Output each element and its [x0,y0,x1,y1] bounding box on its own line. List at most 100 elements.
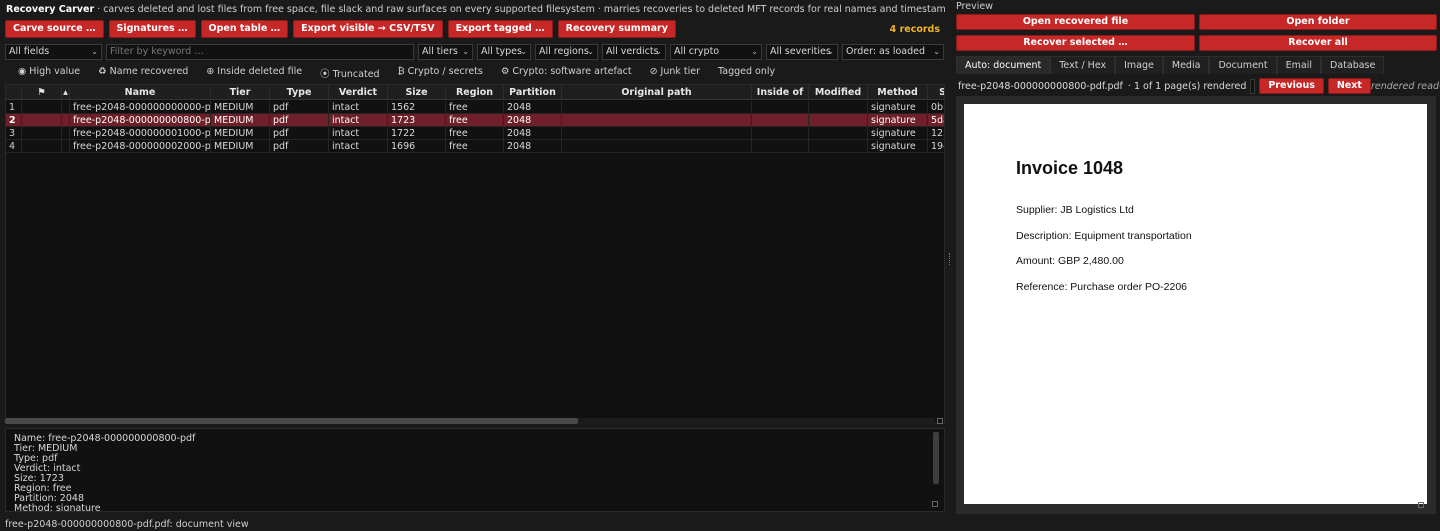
chip-crypto-secrets[interactable]: ₿ Crypto / secrets [398,66,483,78]
previous-button[interactable]: Previous [1259,78,1324,94]
table-row[interactable]: 4 free-p2048-000000002000-pdf MEDIUM pdf… [6,140,944,153]
app-description: · carves deleted and lost files from fre… [97,4,946,15]
signatures-button[interactable]: Signatures … [108,20,196,38]
table-row[interactable]: 3 free-p2048-000000001000-pdf MEDIUM pdf… [6,127,944,140]
verdicts-select[interactable]: All verdicts ⌄ [602,44,666,60]
open-folder-button[interactable]: Open folder [1199,14,1437,30]
records-count: 4 records [889,24,940,35]
status-bar: free-p2048-000000000800-pdf.pdf: documen… [5,519,249,530]
detail-tier: Tier: MEDIUM [14,443,78,454]
detail-verdict: Verdict: intact [14,463,81,474]
export-tagged-button[interactable]: Export tagged … [447,20,553,38]
app-header: Recovery Carver · carves deleted and los… [6,4,946,18]
col-verdict[interactable]: Verdict [329,85,388,99]
document-line: Amount: GBP 2,480.00 [1016,255,1124,267]
tab-document[interactable]: Document [1209,56,1277,74]
tab-email[interactable]: Email [1276,56,1322,74]
document-viewer: Invoice 1048 Supplier: JB Logistics Ltd … [956,96,1436,514]
detail-type: Type: pdf [14,453,58,464]
col-tier[interactable]: Tier [211,85,270,99]
document-heading: Invoice 1048 [1016,158,1124,178]
chevron-down-icon: ⌄ [587,47,594,56]
field-select[interactable]: All fields ⌄ [5,44,102,60]
results-table: ⚑ ▴ Name Tier Type Verdict Size Region P… [5,84,945,424]
chip-crypto-software[interactable]: ⚙ Crypto: software artefact [501,66,632,78]
tab-text-hex[interactable]: Text / Hex [1050,56,1116,74]
preview-title: Preview [956,1,993,12]
detail-partition: Partition: 2048 [14,493,84,504]
chevron-down-icon: ⌄ [520,47,527,56]
resize-corner-icon [937,418,943,424]
col-type[interactable]: Type [270,85,329,99]
detail-region: Region: free [14,483,72,494]
detail-size: Size: 1723 [14,473,64,484]
tab-database[interactable]: Database [1321,56,1385,74]
tiers-select[interactable]: All tiers ⌄ [418,44,473,60]
toolbar: Carve source … Signatures … Open table …… [5,20,676,38]
chip-name-recovered[interactable]: ♻ Name recovered [98,66,188,78]
col-partition[interactable]: Partition [504,85,562,99]
tab-image[interactable]: Image [1115,56,1163,74]
chip-high-value[interactable]: ◉ High value [18,66,80,78]
panel-splitter-handle[interactable] [949,253,951,265]
document-page: Invoice 1048 Supplier: JB Logistics Ltd … [964,104,1427,504]
table-header: ⚑ ▴ Name Tier Type Verdict Size Region P… [6,85,944,100]
severities-select[interactable]: All severities ⌄ [766,44,838,60]
chip-tagged-only[interactable]: Tagged only [718,66,775,78]
open-recovered-file-button[interactable]: Open recovered file [956,14,1195,30]
recover-all-button[interactable]: Recover all [1199,35,1437,51]
viewer-toolbar: free-p2048-000000000800-pdf.pdf · 1 of 1… [958,78,1440,94]
chip-inside-deleted-file[interactable]: ⊕ Inside deleted file [206,66,302,78]
table-row[interactable]: 1 free-p2048-000000000000-pdf MEDIUM pdf… [6,101,944,114]
chevron-down-icon: ⌄ [933,47,940,56]
table-horizontal-scrollbar[interactable] [5,418,935,424]
tab-media[interactable]: Media [1162,56,1210,74]
table-body: 1 free-p2048-000000000000-pdf MEDIUM pdf… [6,101,944,153]
carve-source-button[interactable]: Carve source … [5,20,104,38]
recover-selected-button[interactable]: Recover selected … [956,35,1195,51]
types-select[interactable]: All types ⌄ [477,44,531,60]
app-title: Recovery Carver [6,4,95,15]
chevron-down-icon: ⌄ [655,47,662,56]
open-table-button[interactable]: Open table … [200,20,289,38]
recovery-summary-button[interactable]: Recovery summary [557,20,676,38]
chip-junk-tier[interactable]: ⊘ Junk tier [650,66,700,78]
col-modified[interactable]: Modified [809,85,868,99]
detail-name: Name: free-p2048-000000000800-pdf [14,433,196,444]
regions-select[interactable]: All regions ⌄ [535,44,598,60]
keyword-filter-input[interactable]: Filter by keyword … [106,44,414,60]
chip-truncated[interactable]: ⦿ Truncated [320,66,380,80]
details-vertical-scrollbar[interactable] [933,432,939,484]
col-rownum[interactable] [6,85,22,99]
tab-auto-document[interactable]: Auto: document [956,56,1051,74]
col-method[interactable]: Method [868,85,928,99]
col-name[interactable]: Name [70,85,211,99]
detail-method: Method: signature [14,503,101,512]
col-s[interactable]: S [928,85,944,99]
resize-corner-icon [932,501,938,507]
scrollbar-thumb[interactable] [5,418,578,424]
order-select[interactable]: Order: as loaded ⌄ [842,44,944,60]
document-line: Reference: Purchase order PO-2206 [1016,281,1188,293]
viewer-page-count: · 1 of 1 page(s) rendered [1127,80,1247,92]
viewer-filename: free-p2048-000000000800-pdf.pdf [958,80,1123,92]
sort-asc-icon[interactable]: ▴ [62,85,70,99]
col-region[interactable]: Region [446,85,504,99]
next-button[interactable]: Next [1327,78,1371,94]
viewer-mode: rendered read-only [1370,80,1440,92]
crypto-select[interactable]: All crypto ⌄ [670,44,762,60]
col-inside-of[interactable]: Inside of [752,85,809,99]
export-visible-button[interactable]: Export visible → CSV/TSV [293,20,443,38]
quick-filter-chips: ◉ High value ♻ Name recovered ⊕ Inside d… [18,66,793,80]
filter-row: All fields ⌄ Filter by keyword … All tier… [5,44,944,60]
details-pane: Name: free-p2048-000000000800-pdf Tier: … [5,428,945,512]
chevron-down-icon: ⌄ [827,47,834,56]
document-line: Description: Equipment transportation [1016,230,1192,242]
col-flag[interactable]: ⚑ [22,85,62,99]
find-in-document-input[interactable]: find in d… [1250,78,1256,94]
col-size[interactable]: Size [388,85,446,99]
table-row-selected[interactable]: 2 free-p2048-000000000800-pdf MEDIUM pdf… [6,114,944,127]
preview-tabs: Auto: document Text / Hex Image Media Do… [956,56,1385,74]
chevron-down-icon: ⌄ [751,47,758,56]
col-original-path[interactable]: Original path [562,85,752,99]
